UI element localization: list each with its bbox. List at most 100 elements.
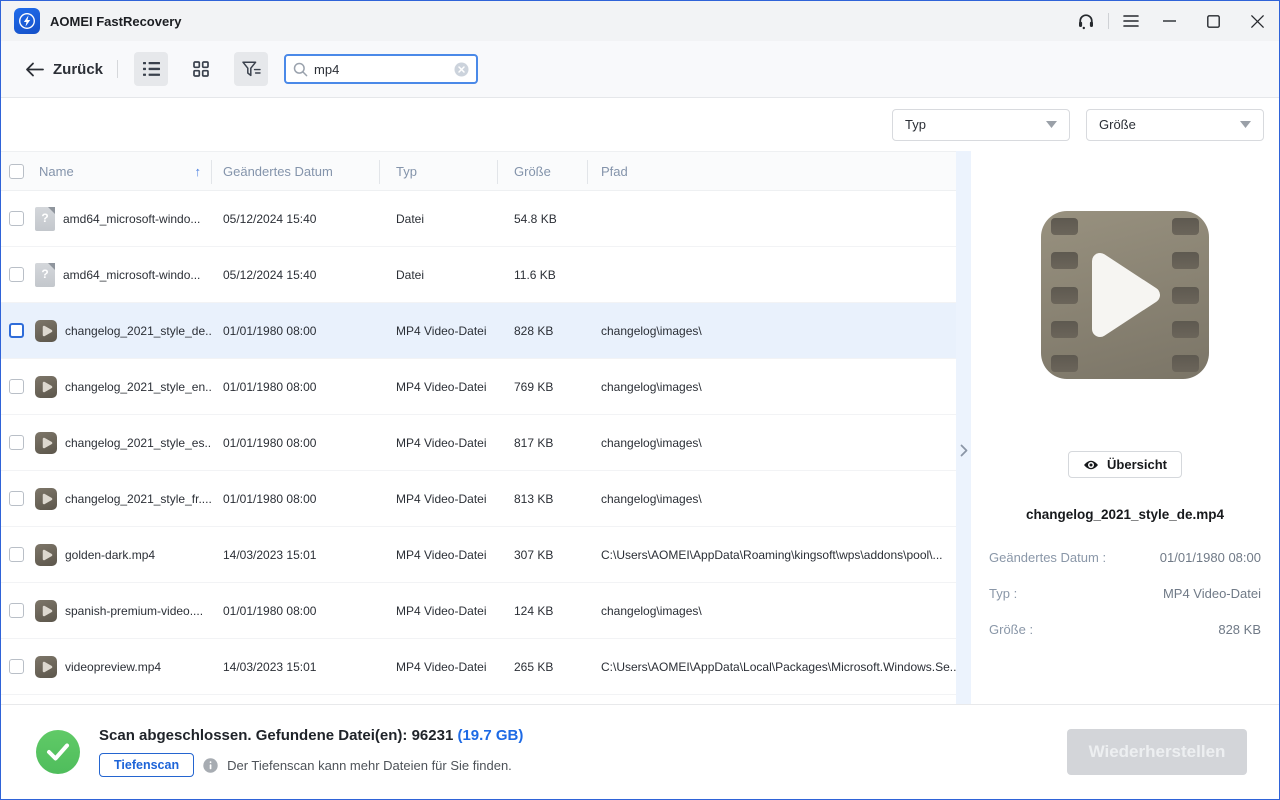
search-box[interactable] [284,54,479,84]
maximize-button[interactable] [1191,1,1235,41]
file-name: changelog_2021_style_es.... [65,435,211,450]
back-button[interactable]: Zurück [25,61,103,78]
file-path: C:\Users\AOMEI\AppData\Roaming\kingsoft\… [601,547,943,562]
table-row[interactable]: ? amd64_microsoft-windo... 05/12/2024 15… [1,191,956,247]
table-row[interactable]: ? changelog_2021_style_es.... 01/01/1980… [1,415,956,471]
table-row[interactable]: ? amd64_microsoft-windo... 05/12/2024 15… [1,247,956,303]
file-path: changelog\images\ [601,435,702,450]
video-file-icon [35,319,57,342]
column-header-type[interactable]: Typ [379,152,497,190]
close-button[interactable] [1235,1,1279,41]
titlebar: AOMEI FastRecovery [1,1,1279,41]
type-filter-dropdown[interactable]: Typ [892,108,1070,141]
file-type: MP4 Video-Datei [396,659,487,674]
row-checkbox[interactable] [8,435,24,450]
grid-view-icon [193,61,209,77]
video-preview-icon [1041,211,1209,379]
column-header-name[interactable]: Name ↑ [31,152,211,190]
menu-icon[interactable] [1115,1,1147,41]
file-type: MP4 Video-Datei [396,547,487,562]
unknown-file-icon: ? [35,206,55,231]
table-row[interactable]: ? changelog_2021_style_de.... 01/01/1980… [1,303,956,359]
deep-scan-hint: Der Tiefenscan kann mehr Dateien für Sie… [227,757,512,773]
file-type: MP4 Video-Datei [396,491,487,506]
file-size: 265 KB [514,659,554,674]
file-details: Geändertes Datum : 01/01/1980 08:00 Typ … [971,550,1279,658]
file-size: 124 KB [514,603,554,618]
grid-view-button[interactable] [184,52,218,86]
file-type: MP4 Video-Datei [396,323,487,338]
titlebar-separator [1108,13,1109,29]
scan-size-text: (19.7 GB) [457,727,524,744]
status-bar: Scan abgeschlossen. Gefundene Datei(en):… [1,704,1279,799]
file-date: 01/01/1980 08:00 [223,323,317,338]
overview-button[interactable]: Übersicht [1068,451,1182,478]
app-logo-icon [14,8,40,34]
chevron-right-icon [960,444,968,457]
select-all-checkbox[interactable] [8,163,24,179]
file-size: 307 KB [514,547,554,562]
file-path: changelog\images\ [601,491,702,506]
file-size: 11.6 KB [514,267,556,282]
filter-button[interactable] [234,52,269,86]
file-name: videopreview.mp4 [65,659,162,674]
video-file-icon [35,543,57,566]
table-row[interactable]: ? changelog_2021_style_fr.... 01/01/1980… [1,471,956,527]
eye-icon [1084,460,1099,469]
file-size: 769 KB [514,379,554,394]
row-checkbox[interactable] [8,267,24,282]
file-type: Datei [396,211,425,226]
clear-search-icon[interactable] [454,62,469,77]
sort-ascending-icon[interactable]: ↑ [195,164,202,179]
deep-scan-button[interactable]: Tiefenscan [99,753,195,777]
toolbar: Zurück [1,41,1279,98]
file-type: MP4 Video-Datei [396,435,487,450]
file-date: 01/01/1980 08:00 [223,603,317,618]
row-checkbox[interactable] [8,379,24,394]
chevron-down-icon [1240,121,1251,128]
video-file-icon [35,599,57,622]
video-file-icon [35,375,57,398]
column-header-date[interactable]: Geändertes Datum [211,152,379,190]
panel-collapse-handle[interactable] [956,151,971,704]
detail-row-size: Größe : 828 KB [989,622,1261,637]
row-checkbox[interactable] [8,491,24,506]
row-checkbox[interactable] [8,547,24,562]
table-row[interactable]: ? spanish-premium-video.... 01/01/1980 0… [1,583,956,639]
file-size: 828 KB [514,323,554,338]
table-row[interactable]: ? changelog_2021_style_en.... 01/01/1980… [1,359,956,415]
file-size: 813 KB [514,491,554,506]
column-header-path[interactable]: Pfad [587,152,956,190]
size-filter-label: Größe [1099,117,1136,132]
size-filter-dropdown[interactable]: Größe [1086,108,1264,141]
play-icon [1041,211,1209,379]
minimize-button[interactable] [1147,1,1191,41]
row-checkbox[interactable] [8,323,24,338]
search-input[interactable] [314,61,455,77]
row-checkbox[interactable] [8,603,24,618]
support-headset-icon[interactable] [1070,1,1102,41]
list-view-button[interactable] [134,52,169,86]
table-header: Name ↑ Geändertes Datum Typ Größe Pfad [1,151,956,191]
video-file-icon [35,431,57,454]
row-checkbox[interactable] [8,211,24,226]
file-date: 01/01/1980 08:00 [223,435,317,450]
detail-row-type: Typ : MP4 Video-Datei [989,586,1261,601]
table-row[interactable]: ? videopreview.mp4 14/03/2023 15:01 MP4 … [1,639,956,695]
file-name: amd64_microsoft-windo... [63,267,201,282]
column-header-size[interactable]: Größe [497,152,587,190]
file-name: changelog_2021_style_en.... [65,379,211,394]
overview-label: Übersicht [1107,457,1167,472]
info-icon [203,757,218,773]
unknown-file-icon: ? [35,262,55,287]
file-date: 05/12/2024 15:40 [223,211,317,226]
recover-button[interactable]: Wiederherstellen [1067,729,1247,775]
file-size: 54.8 KB [514,211,557,226]
type-filter-label: Typ [905,117,926,132]
file-name: spanish-premium-video.... [65,603,204,618]
app-title: AOMEI FastRecovery [50,13,182,29]
file-type: Datei [396,267,425,282]
video-file-icon [35,487,57,510]
row-checkbox[interactable] [8,659,24,674]
table-row[interactable]: ? golden-dark.mp4 14/03/2023 15:01 MP4 V… [1,527,956,583]
